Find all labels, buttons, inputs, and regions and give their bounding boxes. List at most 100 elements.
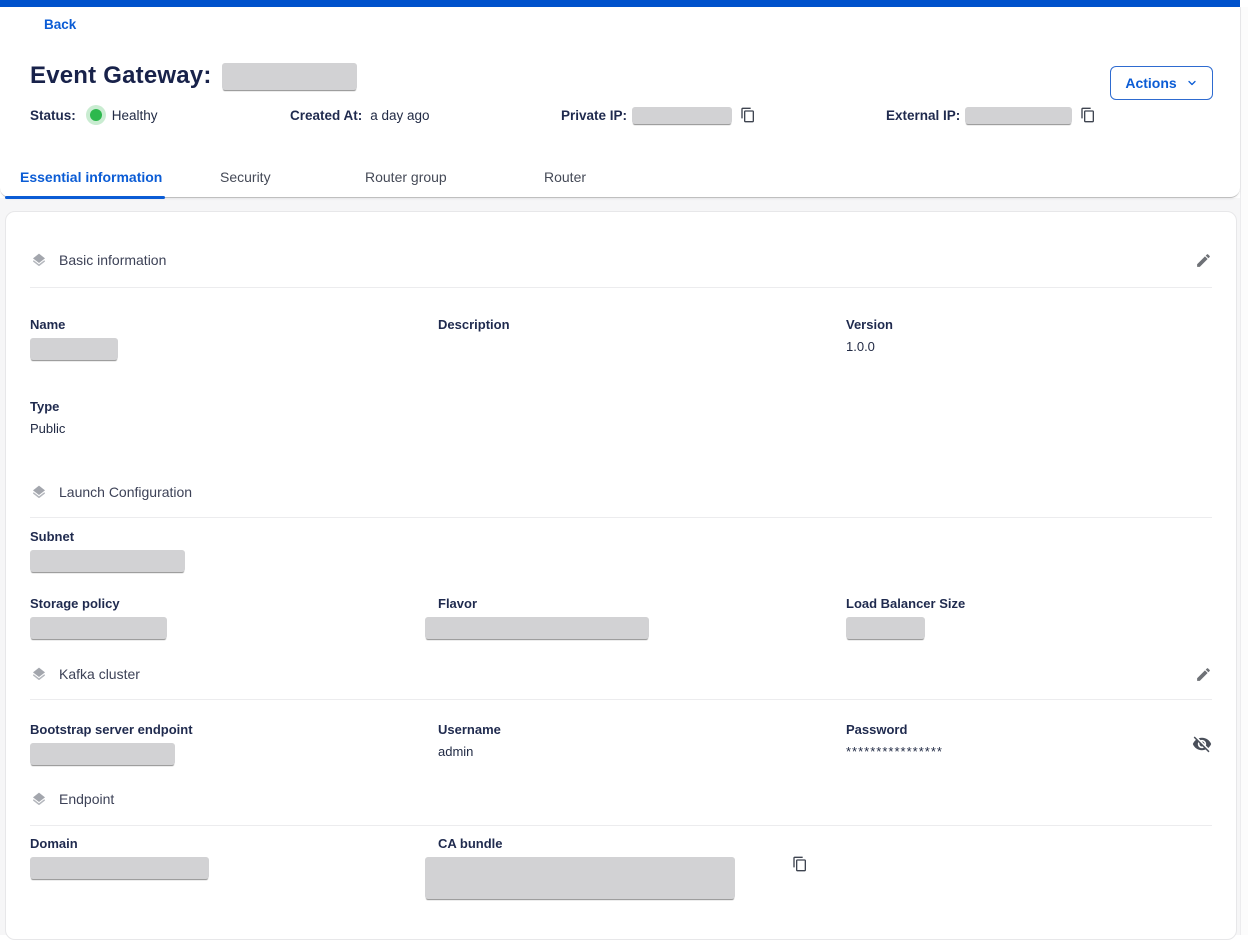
actions-button-label: Actions	[1125, 75, 1176, 91]
status-label: Status:	[30, 108, 76, 123]
bootstrap-endpoint-label: Bootstrap server endpoint	[30, 722, 438, 737]
type-field: Type Public	[30, 399, 438, 436]
pencil-icon	[1195, 666, 1212, 683]
version-field: Version 1.0.0	[846, 317, 1212, 354]
redacted-private-ip	[632, 107, 732, 124]
tab-router[interactable]: Router	[544, 169, 586, 185]
domain-label: Domain	[30, 836, 438, 851]
section-header-launch-configuration: Launch Configuration	[30, 482, 1212, 502]
basic-information-row-2: Type Public	[30, 399, 1212, 436]
private-ip-label: Private IP:	[561, 108, 627, 123]
password-text: Password ****************	[846, 722, 943, 759]
layers-icon	[30, 483, 48, 501]
section-header-endpoint: Endpoint	[30, 789, 1212, 809]
tab-router-group[interactable]: Router group	[365, 169, 447, 185]
copy-icon	[792, 856, 808, 872]
redacted-external-ip	[965, 107, 1072, 124]
version-label: Version	[846, 317, 1212, 332]
ca-bundle-label: CA bundle	[438, 836, 846, 851]
created-at-label: Created At:	[290, 108, 362, 123]
created-at-value: a day ago	[370, 108, 429, 123]
copy-ca-bundle-button[interactable]	[792, 856, 808, 872]
section-header-kafka-cluster: Kafka cluster	[30, 664, 1212, 684]
page-header: Back Event Gateway: Actions Status: Heal…	[0, 7, 1240, 198]
type-label: Type	[30, 399, 438, 414]
pencil-icon	[1195, 252, 1212, 269]
copy-private-ip-button[interactable]	[740, 107, 756, 123]
divider	[30, 287, 1212, 288]
description-label: Description	[438, 317, 846, 332]
title-row: Event Gateway:	[30, 62, 357, 90]
section-title: Basic information	[59, 252, 166, 268]
eye-off-icon	[1192, 734, 1212, 754]
redacted-ca-bundle-value	[425, 857, 735, 899]
vertical-scrollbar[interactable]	[1240, 7, 1248, 935]
description-field: Description	[438, 317, 846, 332]
status-field: Status: Healthy	[30, 106, 158, 124]
username-value: admin	[438, 744, 846, 759]
redacted-name-value	[30, 338, 118, 360]
load-balancer-size-label: Load Balancer Size	[846, 596, 1212, 611]
copy-icon	[740, 107, 756, 123]
page-title: Event Gateway:	[30, 62, 212, 90]
essential-information-panel: Basic information Name Description Versi…	[5, 211, 1237, 940]
top-accent-bar	[0, 0, 1240, 7]
divider	[30, 699, 1212, 700]
launch-configuration-row-1: Subnet	[30, 529, 1212, 572]
divider	[30, 825, 1212, 826]
layers-icon	[30, 251, 48, 269]
bootstrap-endpoint-field: Bootstrap server endpoint	[30, 722, 438, 765]
edit-kafka-cluster-button[interactable]	[1195, 666, 1212, 683]
redacted-flavor-value	[425, 617, 649, 639]
status-healthy-dot	[90, 109, 102, 121]
redacted-load-balancer-size-value	[846, 617, 925, 639]
storage-policy-label: Storage policy	[30, 596, 438, 611]
created-at-field: Created At: a day ago	[290, 106, 430, 124]
private-ip-field: Private IP:	[561, 106, 756, 124]
name-label: Name	[30, 317, 438, 332]
external-ip-label: External IP:	[886, 108, 960, 123]
section-title: Launch Configuration	[59, 484, 192, 500]
endpoint-row-1: Domain CA bundle	[30, 836, 1212, 899]
section-title: Kafka cluster	[59, 666, 140, 682]
version-value: 1.0.0	[846, 339, 1212, 354]
redacted-storage-policy-value	[30, 617, 167, 639]
external-ip-field: External IP:	[886, 106, 1096, 124]
tab-essential-information[interactable]: Essential information	[20, 169, 162, 185]
username-label: Username	[438, 722, 846, 737]
flavor-field: Flavor	[438, 596, 846, 639]
edit-basic-information-button[interactable]	[1195, 252, 1212, 269]
status-value: Healthy	[112, 108, 158, 123]
back-link[interactable]: Back	[44, 17, 76, 32]
subnet-field: Subnet	[30, 529, 438, 572]
name-field: Name	[30, 317, 438, 360]
tab-security[interactable]: Security	[220, 169, 271, 185]
username-field: Username admin	[438, 722, 846, 759]
tab-bar: Essential information Security Router gr…	[0, 159, 1240, 197]
show-password-button[interactable]	[1192, 734, 1212, 754]
chevron-down-icon	[1186, 77, 1198, 89]
kafka-cluster-row-1: Bootstrap server endpoint Username admin…	[30, 722, 1212, 765]
section-header-basic-information: Basic information	[30, 250, 1212, 270]
password-label: Password	[846, 722, 943, 737]
copy-icon	[1080, 107, 1096, 123]
storage-policy-field: Storage policy	[30, 596, 438, 639]
section-title: Endpoint	[59, 791, 114, 807]
subnet-label: Subnet	[30, 529, 438, 544]
redacted-subnet-value	[30, 550, 185, 572]
redacted-bootstrap-endpoint-value	[30, 743, 175, 765]
load-balancer-size-field: Load Balancer Size	[846, 596, 1212, 639]
redacted-gateway-name	[222, 63, 357, 90]
password-masked-value: ****************	[846, 744, 943, 759]
launch-configuration-row-2: Storage policy Flavor Load Balancer Size	[30, 596, 1212, 639]
ca-bundle-field: CA bundle	[438, 836, 846, 899]
redacted-domain-value	[30, 857, 209, 879]
layers-icon	[30, 665, 48, 683]
active-tab-underline	[5, 196, 165, 199]
copy-external-ip-button[interactable]	[1080, 107, 1096, 123]
actions-button[interactable]: Actions	[1110, 66, 1213, 100]
type-value: Public	[30, 421, 438, 436]
flavor-label: Flavor	[438, 596, 846, 611]
basic-information-row-1: Name Description Version 1.0.0	[30, 317, 1212, 360]
divider	[30, 517, 1212, 518]
